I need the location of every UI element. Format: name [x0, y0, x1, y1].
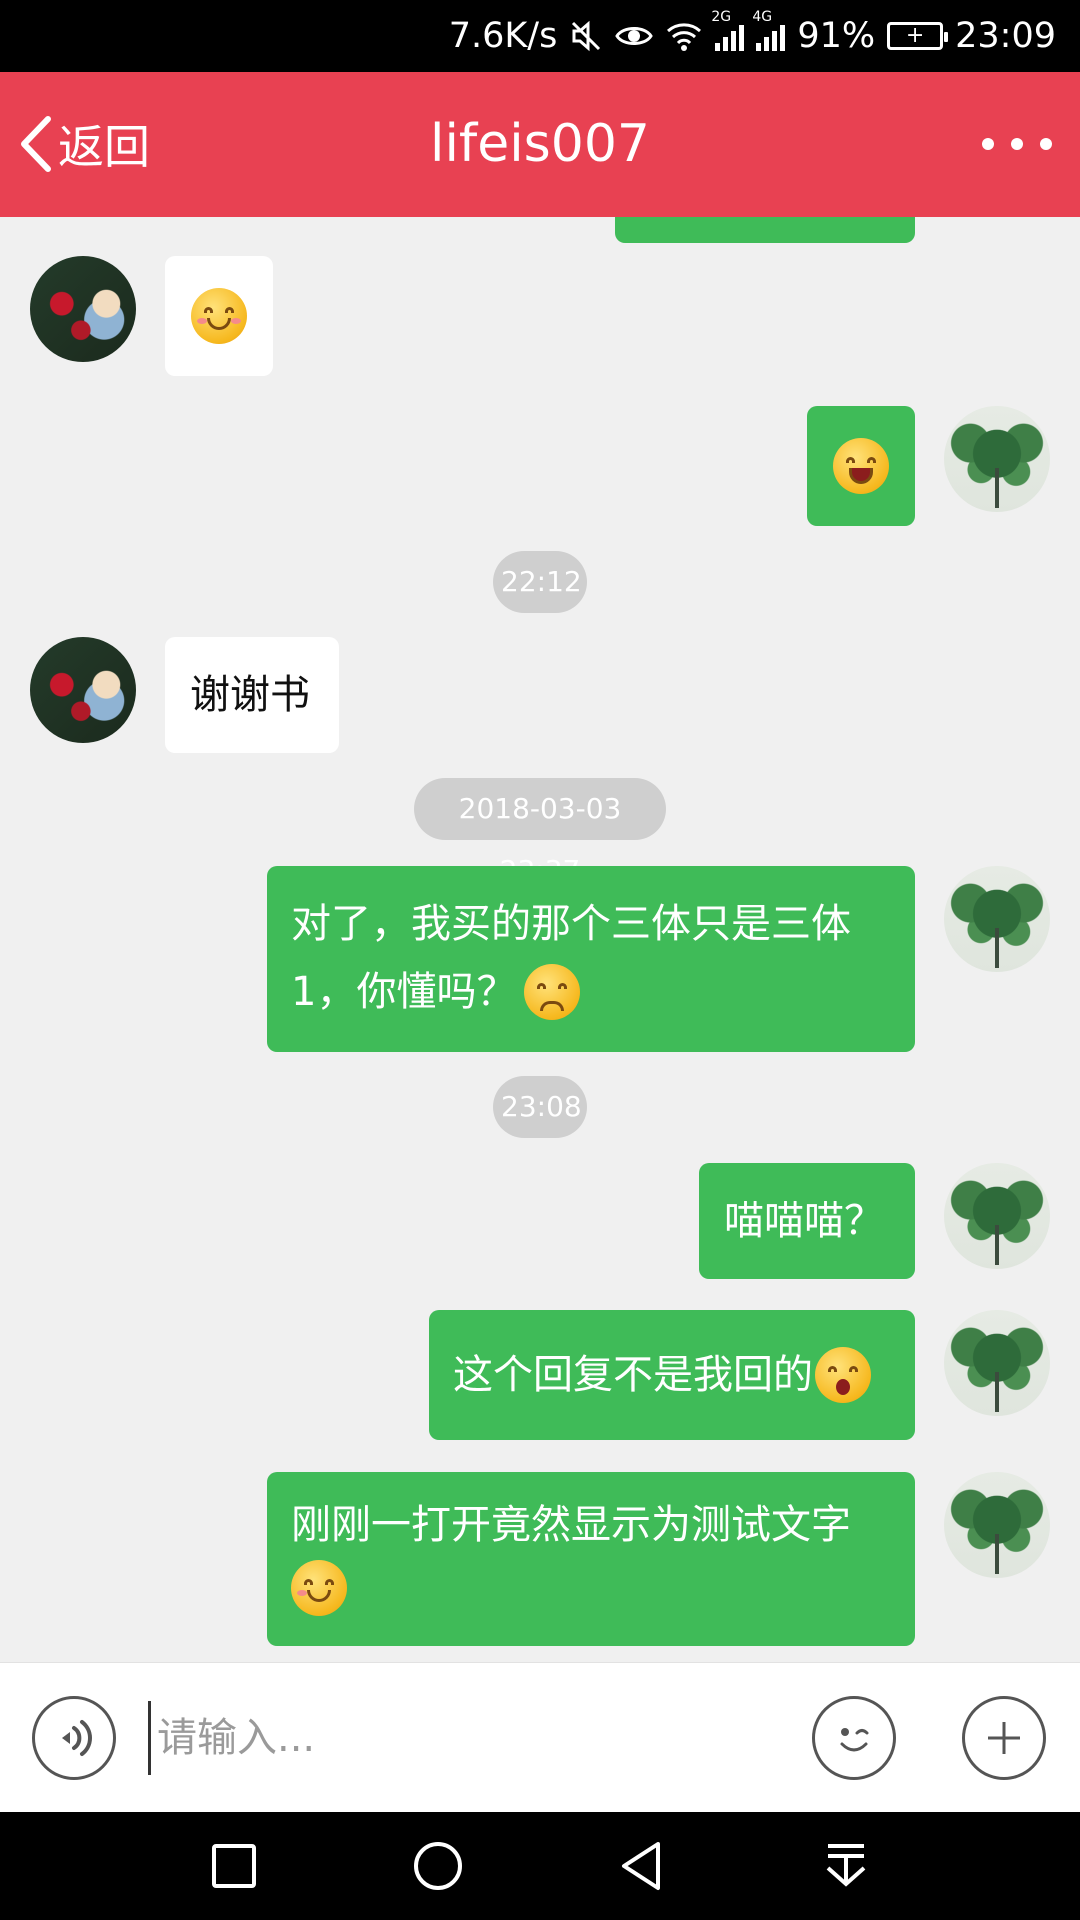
- crying-face-emoji-icon: [524, 964, 581, 1020]
- chat-header: 返回 lifeis007: [0, 72, 1080, 217]
- more-options-button[interactable]: [982, 122, 1052, 166]
- message-text-line1: 对了，我买的那个三体只是三体: [291, 901, 851, 947]
- my-avatar[interactable]: [944, 1310, 1050, 1416]
- clock: 23:09: [955, 16, 1056, 56]
- more-dot-icon: [982, 138, 994, 150]
- message-bubble-outgoing[interactable]: 喵喵喵？: [699, 1163, 915, 1279]
- notification-pulldown-icon[interactable]: [816, 1836, 876, 1896]
- contact-avatar[interactable]: [30, 256, 136, 362]
- home-icon[interactable]: [408, 1836, 468, 1896]
- message-bubble-outgoing[interactable]: 对了，我买的那个三体只是三体 1，你懂吗？: [267, 866, 915, 1052]
- my-avatar[interactable]: [944, 1163, 1050, 1269]
- message-text: 喵喵喵？: [724, 1198, 884, 1244]
- message-bubble-incoming[interactable]: [165, 256, 273, 376]
- signal-sim1-icon: 2G: [711, 9, 745, 51]
- network-speed: 7.6K/s: [448, 16, 558, 56]
- smiley-icon: [840, 1728, 869, 1752]
- recent-apps-icon[interactable]: [204, 1836, 264, 1896]
- message-text-line2: 1，你懂吗？: [291, 969, 517, 1015]
- back-triangle-icon[interactable]: [612, 1836, 672, 1896]
- signal-sim2-icon: 4G: [752, 9, 786, 51]
- emoji-button[interactable]: [812, 1696, 896, 1780]
- message-bubble-outgoing[interactable]: 这个回复不是我回的: [429, 1310, 915, 1440]
- wifi-icon: [667, 23, 702, 51]
- eye-icon: [615, 27, 654, 45]
- mute-icon: [572, 20, 601, 52]
- page-title: lifeis007: [430, 114, 650, 174]
- timestamp: 23:08: [493, 1076, 587, 1138]
- message-input[interactable]: [148, 1701, 788, 1775]
- plus-icon: [988, 1722, 1020, 1754]
- message-text-line2-row: 1，你懂吗？: [291, 957, 891, 1027]
- status-icons: 7.6K/s 2G 4G 91% + 23:09: [449, 0, 1056, 72]
- message-bubble-outgoing[interactable]: 刚刚一打开竟然显示为测试文字: [267, 1472, 915, 1646]
- timestamp: 22:12: [493, 551, 587, 613]
- input-bar: [0, 1662, 1080, 1812]
- smiling-face-emoji-icon: [191, 288, 247, 344]
- system-nav-bar: [0, 1812, 1080, 1920]
- timestamp: 2018-03-03 23:37: [414, 778, 666, 887]
- message-list[interactable]: 22:12 谢谢书 2018-03-03 23:37 对了，我买的那个三体只是三…: [0, 217, 1080, 1662]
- battery-icon: +: [887, 22, 949, 50]
- battery-percent: 91%: [797, 16, 876, 56]
- my-avatar[interactable]: [944, 1472, 1050, 1578]
- message-text: 谢谢书: [190, 672, 310, 718]
- contact-avatar[interactable]: [30, 637, 136, 743]
- voice-button[interactable]: [32, 1696, 116, 1780]
- message-text: 这个回复不是我回的: [453, 1352, 813, 1398]
- my-avatar[interactable]: [944, 406, 1050, 512]
- more-dot-icon: [1040, 138, 1052, 150]
- more-dot-icon: [1011, 138, 1023, 150]
- emoji-row: [291, 1558, 891, 1618]
- flushed-face-emoji-icon: [815, 1347, 871, 1403]
- status-bar: 7.6K/s 2G 4G 91% + 23:09: [0, 0, 1080, 72]
- message-bubble-outgoing[interactable]: [807, 406, 915, 526]
- message-text: 刚刚一打开竟然显示为测试文字: [291, 1502, 851, 1548]
- message-bubble-partial[interactable]: [615, 217, 915, 243]
- message-bubble-incoming[interactable]: 谢谢书: [165, 637, 339, 753]
- my-avatar[interactable]: [944, 866, 1050, 972]
- grinning-face-emoji-icon: [833, 438, 889, 494]
- add-attachment-button[interactable]: [962, 1696, 1046, 1780]
- voice-icon: [62, 1720, 92, 1756]
- sneezing-face-emoji-icon: [291, 1560, 347, 1616]
